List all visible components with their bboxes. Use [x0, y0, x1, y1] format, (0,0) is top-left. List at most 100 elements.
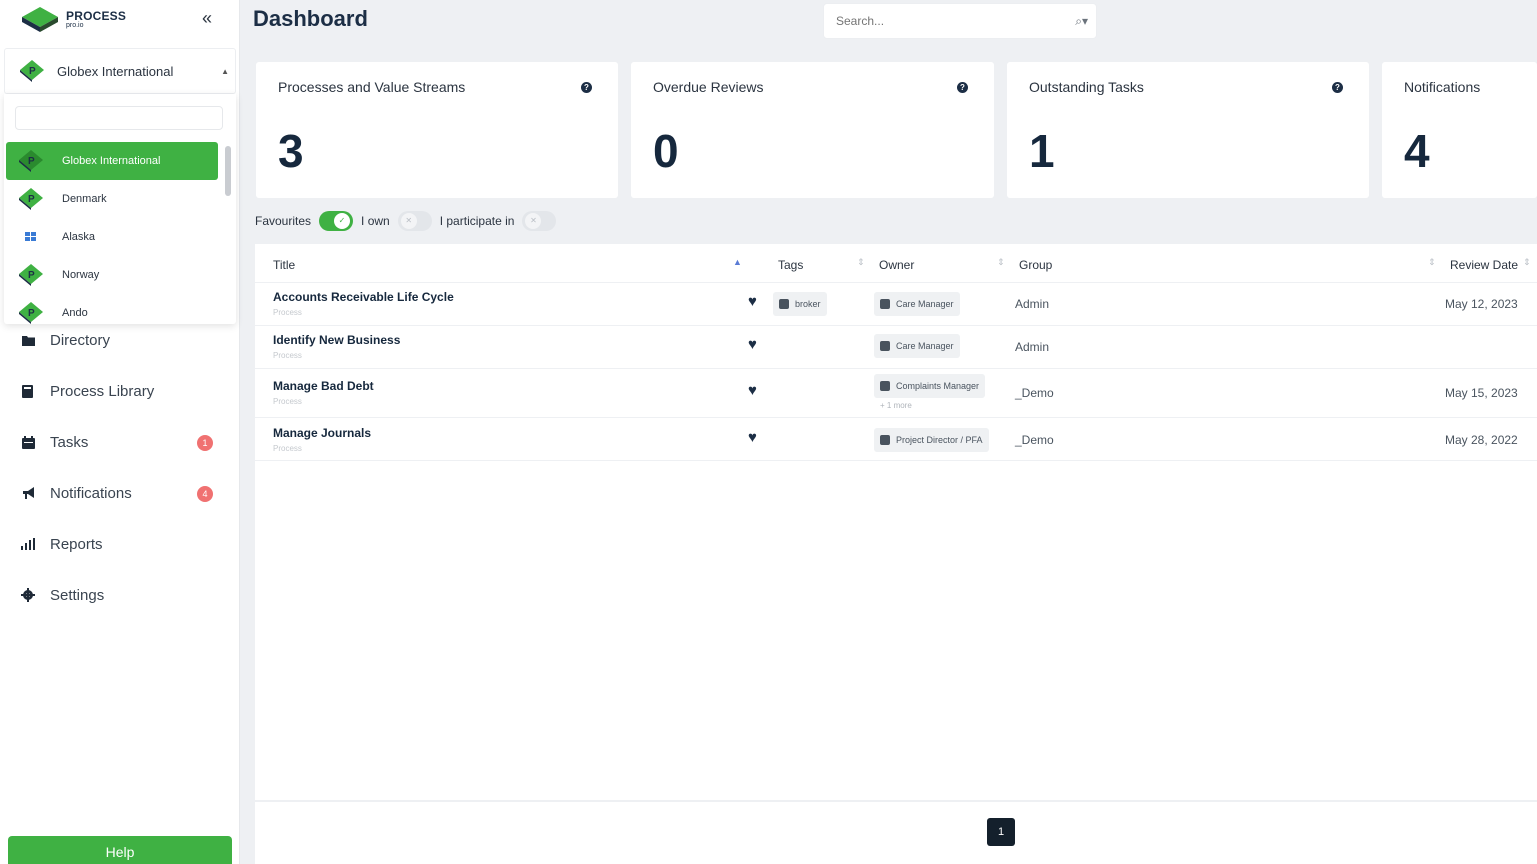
notifications-count-badge: 4	[197, 486, 213, 502]
sort-icon[interactable]: ⇕	[857, 258, 865, 267]
column-header-tags[interactable]: Tags	[778, 258, 803, 272]
organization-logo-icon: P	[19, 264, 43, 286]
logo-mark-icon	[22, 7, 58, 32]
page-title: Dashboard	[253, 6, 368, 31]
organization-selected-name: Globex International	[57, 63, 174, 79]
filter-toggles: Favourites ✓ I own ✕ I participate in ✕	[255, 208, 564, 234]
row-group: Admin	[1015, 297, 1050, 311]
sidebar-item-directory[interactable]: Directory	[20, 325, 220, 355]
i-own-toggle[interactable]: ✕	[397, 211, 432, 231]
row-title[interactable]: Accounts Receivable Life Cycle	[273, 290, 454, 304]
organization-logo-icon: P	[20, 60, 44, 82]
organization-option[interactable]: P Norway	[6, 256, 218, 294]
row-group: Admin	[1015, 340, 1050, 354]
sidebar-item-process-library[interactable]: Process Library	[20, 376, 220, 406]
sidebar-item-tasks[interactable]: Tasks 1	[20, 427, 220, 457]
sort-icon[interactable]: ⇕	[1428, 258, 1436, 267]
organization-option[interactable]: P Denmark	[6, 180, 218, 218]
tasks-count-badge: 1	[197, 435, 213, 451]
svg-text:P: P	[29, 66, 36, 77]
collapse-sidebar-icon[interactable]: «	[196, 8, 218, 30]
help-button[interactable]: Help	[8, 836, 232, 864]
svg-text:P: P	[28, 194, 35, 205]
sort-asc-icon[interactable]: ▲	[733, 258, 742, 267]
card-label: Notifications	[1404, 79, 1481, 95]
calendar-icon	[20, 434, 36, 450]
organization-option-label: Norway	[62, 269, 100, 281]
card-outstanding-tasks[interactable]: Outstanding Tasks ? 1	[1007, 62, 1369, 198]
svg-text:P: P	[28, 270, 35, 281]
user-icon	[880, 341, 890, 351]
heart-icon[interactable]: ♥	[748, 336, 757, 353]
column-header-owner[interactable]: Owner	[879, 258, 914, 272]
pagination: 1	[255, 802, 1537, 864]
column-header-review-date[interactable]: Review Date	[1450, 258, 1518, 272]
organization-logo-icon: P	[19, 302, 43, 324]
row-title[interactable]: Manage Journals	[273, 426, 371, 440]
row-title[interactable]: Identify New Business	[273, 333, 400, 347]
row-type: Process	[273, 308, 302, 317]
organization-option[interactable]: Alaska	[6, 218, 218, 256]
heart-icon[interactable]: ♥	[748, 293, 757, 310]
help-circle-icon[interactable]: ?	[1332, 82, 1343, 93]
organization-option-label: Globex International	[62, 155, 161, 167]
organization-option-label: Ando	[62, 307, 88, 319]
i-own-label: I own	[361, 214, 390, 228]
sort-icon[interactable]: ⇕	[997, 258, 1005, 267]
logo[interactable]: PROCESS pro.io	[20, 4, 126, 34]
dropdown-scrollbar[interactable]	[225, 146, 231, 196]
sort-icon[interactable]: ⇕	[1523, 258, 1531, 267]
card-overdue-reviews[interactable]: Overdue Reviews ? 0	[631, 62, 994, 198]
owner-more-link[interactable]: + 1 more	[880, 401, 912, 410]
search-box: ⌕▾	[823, 3, 1097, 39]
heart-icon[interactable]: ♥	[748, 429, 757, 446]
favourites-toggle[interactable]: ✓	[319, 211, 354, 231]
sidebar-item-settings[interactable]: Settings	[20, 580, 220, 610]
organization-option[interactable]: P Ando	[6, 294, 218, 324]
sidebar: PROCESS pro.io « P Globex International …	[0, 0, 240, 864]
help-circle-icon[interactable]: ?	[957, 82, 968, 93]
owner-chip: Project Director / PFA	[874, 428, 989, 452]
column-header-title[interactable]: Title	[273, 258, 295, 272]
organization-option-label: Alaska	[62, 231, 96, 243]
i-participate-toggle[interactable]: ✕	[522, 211, 557, 231]
owner-chip: Complaints Manager	[874, 374, 986, 398]
row-title[interactable]: Manage Bad Debt	[273, 379, 374, 393]
row-type: Process	[273, 444, 302, 453]
sidebar-item-notifications[interactable]: Notifications 4	[20, 478, 220, 508]
bar-chart-icon	[20, 536, 36, 552]
sidebar-item-reports[interactable]: Reports	[20, 529, 220, 559]
organization-filter-input[interactable]	[15, 106, 223, 130]
sidebar-item-label: Reports	[50, 535, 103, 553]
row-type: Process	[273, 351, 302, 360]
organization-option-label: Denmark	[62, 193, 107, 205]
help-circle-icon[interactable]: ?	[581, 82, 592, 93]
column-header-group[interactable]: Group	[1019, 258, 1052, 272]
svg-text:P: P	[28, 308, 35, 319]
svg-text:P: P	[28, 156, 35, 167]
card-label: Overdue Reviews	[653, 79, 764, 95]
organization-selector[interactable]: P Globex International ▲	[4, 48, 236, 94]
sidebar-item-label: Notifications	[50, 484, 132, 502]
tag-icon	[779, 299, 789, 309]
sidebar-item-label: Tasks	[50, 433, 89, 451]
organization-option[interactable]: P Globex International	[6, 142, 218, 180]
row-review-date: May 28, 2022	[1445, 433, 1518, 447]
card-processes[interactable]: Processes and Value Streams ? 3	[256, 62, 618, 198]
search-input[interactable]	[836, 14, 1056, 28]
card-notifications[interactable]: Notifications 4	[1382, 62, 1537, 198]
row-group: _Demo	[1015, 433, 1054, 447]
sidebar-item-label: Process Library	[50, 382, 155, 400]
page-button-current[interactable]: 1	[987, 818, 1015, 846]
megaphone-icon	[20, 485, 36, 501]
card-value: 0	[653, 125, 679, 177]
user-icon	[880, 381, 890, 391]
x-icon: ✕	[400, 213, 417, 229]
user-icon	[880, 299, 890, 309]
check-icon: ✓	[334, 213, 351, 229]
favourites-label: Favourites	[255, 214, 312, 228]
heart-icon[interactable]: ♥	[748, 382, 757, 399]
i-participate-label: I participate in	[439, 214, 515, 228]
search-icon[interactable]: ⌕▾	[1075, 14, 1088, 29]
card-value: 1	[1029, 125, 1055, 177]
